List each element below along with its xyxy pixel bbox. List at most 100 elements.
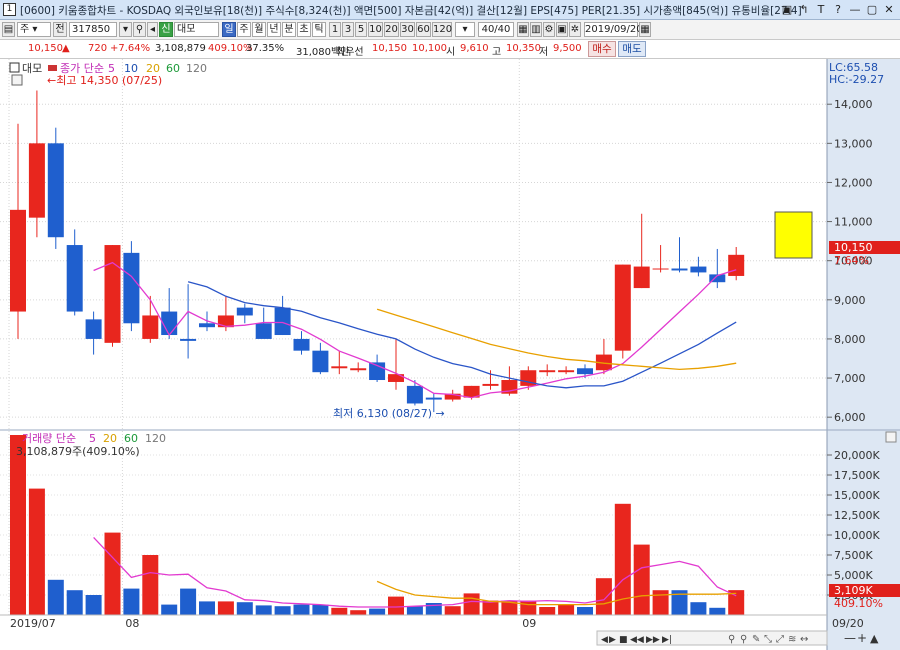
draw-icon[interactable]: ✎ — [752, 634, 760, 645]
candle-body-9 — [180, 338, 197, 341]
volume-bar-31 — [595, 578, 612, 615]
current-volume-label: 3,109K — [834, 584, 873, 597]
font-icon[interactable]: T — [814, 2, 828, 17]
tab-minute[interactable]: 분 — [282, 22, 296, 37]
low-annotation: 최저 6,130 (08/27) → — [333, 407, 445, 420]
minute-20[interactable]: 20 — [384, 22, 399, 37]
tab-tick[interactable]: 틱 — [312, 22, 326, 37]
all-button[interactable]: 전 — [53, 22, 67, 37]
tab-week[interactable]: 주 — [237, 22, 251, 37]
layout-icon[interactable]: ▤ — [2, 22, 15, 37]
pin-icon[interactable]: ↰ — [797, 2, 811, 17]
help-icon[interactable]: ? — [831, 2, 845, 17]
new-tag-badge: 신 — [159, 22, 173, 37]
volume-bar-9 — [180, 588, 197, 615]
candle-body-21 — [406, 385, 423, 404]
minimize-icon[interactable]: — — [848, 2, 862, 17]
candle-body-17 — [331, 366, 348, 369]
candle-body-2 — [47, 143, 64, 238]
x-axis-last-date: 09/20 — [832, 617, 864, 630]
nav-right-icon[interactable]: ▶ — [609, 635, 616, 645]
zoom-out-icon[interactable]: ⚲ — [740, 634, 747, 645]
volume-bar-29 — [558, 604, 575, 615]
minus-icon[interactable]: — — [844, 631, 856, 645]
expand-icon[interactable]: ⤡ — [764, 634, 772, 645]
close-icon[interactable]: ✕ — [882, 2, 896, 17]
date-input[interactable]: 2019/09/20 — [584, 22, 643, 37]
prev-stock-icon[interactable]: ◂ — [147, 22, 158, 37]
candle-body-16 — [312, 350, 329, 373]
volume-bar-1 — [28, 488, 45, 615]
nav-first-icon[interactable]: ◀◀ — [630, 635, 644, 645]
scroll-up-icon[interactable]: ▲ — [870, 632, 879, 645]
y-tick-label-3: 9,000 — [834, 294, 866, 307]
candle-body-0 — [10, 209, 26, 312]
gear-icon[interactable]: ✲ — [569, 22, 581, 37]
volume-bar-0 — [10, 435, 26, 615]
buy-button[interactable]: 매수 — [588, 41, 616, 57]
candle-body-5 — [104, 245, 121, 343]
plus-icon[interactable]: + — [857, 631, 867, 645]
legend-box-icon[interactable] — [9, 62, 20, 73]
tab-month[interactable]: 월 — [252, 22, 266, 37]
candle-body-14 — [274, 307, 291, 336]
candle-body-28 — [539, 370, 556, 373]
settings-icon[interactable]: ⚙ — [543, 22, 555, 37]
vol-tick-label-5: 15,000K — [834, 489, 880, 502]
wave-icon[interactable]: ≋ — [788, 634, 796, 645]
change-percent: +7.64% — [110, 43, 151, 54]
fit-icon[interactable]: ↔ — [800, 634, 808, 645]
market-select[interactable]: 주 ▾ — [17, 22, 51, 37]
x-label-0: 2019/07 — [10, 617, 56, 630]
save-icon[interactable]: ▥ — [530, 22, 542, 37]
search-icon[interactable]: ⚲ — [133, 22, 146, 37]
candle-body-34 — [652, 268, 669, 270]
calendar-icon[interactable]: ▦ — [639, 22, 651, 37]
candle-body-25 — [482, 383, 499, 386]
nav-stop-icon[interactable]: ■ — [619, 635, 628, 645]
y-tick-label-6: 12,000 — [834, 176, 873, 189]
count-input[interactable]: 40/40 — [478, 22, 514, 37]
nav-left-icon[interactable]: ◀ — [601, 635, 608, 645]
panel-collapse-icon[interactable] — [885, 431, 897, 443]
minute-3[interactable]: 3 — [342, 22, 354, 37]
minute-120[interactable]: 120 — [432, 22, 452, 37]
zoom-in-icon[interactable]: ⚲ — [728, 634, 735, 645]
grid-toggle-icon[interactable] — [11, 74, 23, 86]
stock-chart[interactable]: 6,0007,0008,0009,00010,00011,00012,00013… — [0, 59, 900, 650]
shrink-icon[interactable]: ⤢ — [776, 634, 784, 645]
volume-bar-2 — [47, 579, 64, 615]
vol-tick-label-1: 5,000K — [834, 569, 873, 582]
vol-tick-label-7: 20,000K — [834, 449, 880, 462]
stock-code-input[interactable]: 317850 — [69, 22, 117, 37]
nav-last-icon[interactable]: ▶▶ — [646, 635, 660, 645]
volume-bar-11 — [217, 601, 234, 615]
window-app-icon: 1 — [3, 3, 16, 16]
period-dropdown-icon[interactable]: ▾ — [455, 22, 475, 37]
high-label: 고 — [492, 47, 502, 58]
volume-bar-8 — [161, 604, 178, 615]
volume-bar-5 — [104, 532, 121, 615]
window-titlebar: 1 [0600] 키움종합차트 - KOSDAQ 외국인보유[18(천)] 주식… — [0, 0, 900, 20]
tab-second[interactable]: 초 — [297, 22, 311, 37]
sell-button[interactable]: 매도 — [618, 41, 646, 57]
x-label-1: 08 — [125, 617, 139, 630]
minute-30[interactable]: 30 — [400, 22, 415, 37]
minute-10[interactable]: 10 — [368, 22, 383, 37]
minute-60[interactable]: 60 — [416, 22, 431, 37]
save-disk-icon[interactable]: ▣ — [556, 22, 568, 37]
nav-end-icon[interactable]: ▶| — [662, 635, 672, 645]
candle-body-22 — [425, 397, 442, 400]
candle-body-15 — [293, 338, 310, 351]
candle-body-20 — [388, 374, 404, 382]
tab-day[interactable]: 일 — [222, 22, 236, 37]
minute-1[interactable]: 1 — [329, 22, 341, 37]
best-ask: 10,150 — [372, 43, 407, 54]
minute-5[interactable]: 5 — [355, 22, 367, 37]
volume-bar-7 — [142, 555, 159, 615]
maximize-icon[interactable]: ▢ — [865, 2, 879, 17]
code-dropdown-icon[interactable]: ▾ — [119, 22, 132, 37]
chart-options-icon[interactable]: ▦ — [517, 22, 529, 37]
tab-year[interactable]: 년 — [267, 22, 281, 37]
link-window-icon[interactable]: ▣ — [780, 2, 794, 17]
